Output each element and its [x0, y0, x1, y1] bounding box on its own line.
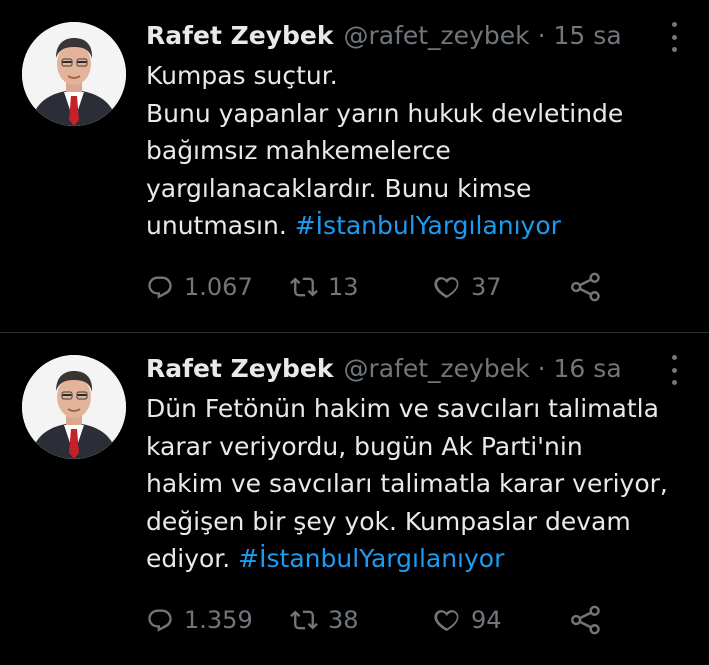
tweet-text-line: Dün Fetönün hakim ve savcıları talimatla	[146, 394, 659, 423]
tweet-text-line: bağımsız mahkemelerce	[146, 136, 451, 165]
tweet[interactable]: Rafet Zeybek @rafet_zeybek · 15 sa Kumpa…	[0, 0, 709, 332]
more-dots-icon	[671, 380, 677, 385]
tweet-header: Rafet Zeybek @rafet_zeybek · 15 sa	[146, 18, 685, 54]
retweet-count: 38	[328, 605, 359, 634]
avatar[interactable]	[22, 355, 126, 459]
tweet-text-line: Bunu yapanlar yarın hukuk devletinde	[146, 98, 624, 128]
author-name[interactable]: Rafet Zeybek	[146, 18, 333, 54]
tweet-text-fragment: unutmasın.	[146, 211, 295, 240]
tweet[interactable]: Rafet Zeybek @rafet_zeybek · 16 sa Dün F…	[0, 332, 709, 665]
hashtag-link[interactable]: #İstanbulYargılanıyor	[238, 544, 504, 573]
more-options-button[interactable]	[669, 22, 679, 52]
like-button[interactable]: 94	[433, 606, 570, 634]
more-dots-icon	[671, 355, 677, 360]
more-dots-icon	[671, 47, 677, 52]
share-button[interactable]	[570, 272, 602, 302]
more-dots-icon	[671, 34, 677, 40]
tweet-header: Rafet Zeybek @rafet_zeybek · 16 sa	[146, 351, 685, 387]
more-dots-icon	[671, 367, 677, 373]
like-button[interactable]: 37	[433, 273, 570, 301]
reply-count: 1.359	[184, 605, 253, 634]
reply-button[interactable]: 1.359	[146, 606, 290, 634]
tweet-text-line: hakim ve savcıları talimatla karar veriy…	[146, 469, 668, 498]
tweet-feed: Rafet Zeybek @rafet_zeybek · 15 sa Kumpa…	[0, 0, 709, 665]
tweet-text-line: unutmasın. #İstanbulYargılanıyor	[146, 207, 685, 245]
like-count: 37	[471, 272, 502, 301]
tweet-text-line: Kumpas suçtur.	[146, 61, 338, 90]
heart-icon	[433, 273, 461, 301]
reply-icon	[146, 273, 174, 301]
reply-count: 1.067	[184, 272, 253, 301]
tweet-text: Dün Fetönün hakim ve savcıları talimatla…	[146, 390, 685, 578]
share-button[interactable]	[570, 605, 602, 635]
tweet-text-line: ediyor. #İstanbulYargılanıyor	[146, 540, 685, 578]
author-handle[interactable]: @rafet_zeybek	[343, 351, 529, 387]
retweet-button[interactable]: 38	[290, 606, 433, 634]
header-separator: ·	[537, 354, 546, 383]
author-handle[interactable]: @rafet_zeybek	[343, 18, 529, 54]
tweet-text-line: değişen bir şey yok. Kumpaslar devam	[146, 506, 631, 536]
retweet-icon	[290, 273, 318, 301]
more-options-button[interactable]	[669, 355, 679, 385]
tweet-text: Kumpas suçtur. Bunu yapanlar yarın hukuk…	[146, 57, 685, 245]
tweet-timestamp[interactable]: 15 sa	[554, 18, 622, 54]
tweet-body: Rafet Zeybek @rafet_zeybek · 15 sa Kumpa…	[146, 18, 685, 332]
tweet-text-line: yargılanacaklardır. Bunu kimse	[146, 173, 532, 203]
avatar[interactable]	[22, 22, 126, 126]
retweet-icon	[290, 606, 318, 634]
retweet-count: 13	[328, 272, 359, 301]
tweet-body: Rafet Zeybek @rafet_zeybek · 16 sa Dün F…	[146, 351, 685, 665]
like-count: 94	[471, 605, 502, 634]
tweet-timestamp[interactable]: 16 sa	[554, 351, 622, 387]
more-dots-icon	[671, 22, 677, 27]
header-separator: ·	[537, 21, 546, 50]
share-icon	[570, 272, 602, 302]
tweet-text-fragment: ediyor.	[146, 544, 239, 573]
share-icon	[570, 605, 602, 635]
hashtag-link[interactable]: #İstanbulYargılanıyor	[295, 211, 561, 240]
reply-icon	[146, 606, 174, 634]
tweet-actions: 1.359 38 94	[146, 600, 685, 640]
tweet-text-line: karar veriyordu, bugün Ak Parti'nin	[146, 431, 583, 461]
author-name[interactable]: Rafet Zeybek	[146, 351, 333, 387]
heart-icon	[433, 606, 461, 634]
tweet-actions: 1.067 13 37	[146, 267, 685, 307]
reply-button[interactable]: 1.067	[146, 273, 290, 301]
retweet-button[interactable]: 13	[290, 273, 433, 301]
